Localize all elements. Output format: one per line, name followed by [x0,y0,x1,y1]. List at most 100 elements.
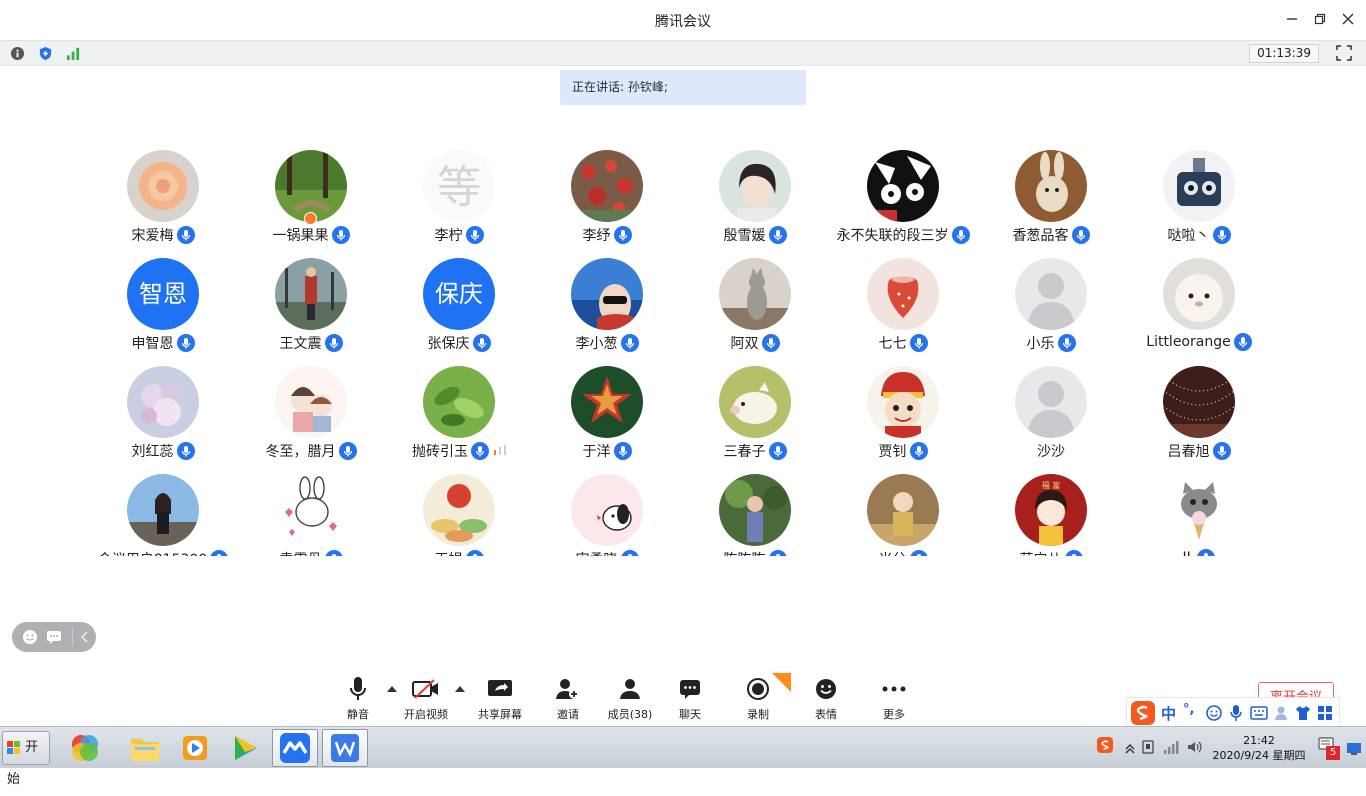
tray-volume-icon[interactable] [1186,739,1202,755]
participant-tile[interactable]: 永不失联的段三岁 [829,150,977,258]
ime-user-icon[interactable] [1274,705,1292,721]
avatar[interactable] [275,474,347,546]
participant-tile[interactable]: 三春子 [681,366,829,474]
collapse-arrow-icon[interactable] [76,628,94,646]
avatar[interactable]: 等 [423,150,495,222]
taskbar-app-explorer[interactable] [122,729,168,767]
participant-tile[interactable]: 阿双 [681,258,829,366]
avatar[interactable] [571,150,643,222]
video-options-caret-icon[interactable] [455,686,465,692]
participant-tile[interactable]: 会议用户815300 [89,474,237,556]
close-button[interactable] [1338,10,1358,30]
participant-tile[interactable]: 沙沙 [977,366,1125,474]
mute-button[interactable]: 静音 [338,672,378,726]
start-video-button[interactable]: 开启视频 [400,672,452,726]
avatar[interactable] [1163,258,1235,330]
taskbar-clock[interactable]: 21:42 2020/9/24 星期四 [1210,733,1308,763]
avatar[interactable] [127,150,199,222]
participant-tile[interactable]: 福 富范宁儿 [977,474,1125,556]
participant-tile[interactable]: 一锅果果 [237,150,385,258]
taskbar-app-media-player[interactable] [172,729,218,767]
avatar[interactable] [1163,366,1235,438]
participant-tile[interactable]: 宋柔晓 [533,474,681,556]
participant-tile[interactable]: 吕春旭 [1125,366,1273,474]
invite-button[interactable]: 邀请 [548,672,588,726]
taskbar-app-tencent-meeting[interactable] [272,729,318,767]
participant-tile[interactable]: 小乐 [977,258,1125,366]
participant-tile[interactable]: 冬至，腊月 [237,366,385,474]
participant-tile[interactable]: 贾钊 [829,366,977,474]
restore-button[interactable] [1310,10,1330,30]
notification-center-button[interactable]: 5 [1318,737,1342,761]
avatar[interactable] [719,150,791,222]
avatar[interactable]: 智恩 [127,258,199,330]
participant-tile[interactable]: 香葱品客 [977,150,1125,258]
tray-expand-chevron-icon[interactable] [1122,739,1138,755]
avatar[interactable] [719,366,791,438]
participant-tile[interactable]: 陈陈陈 [681,474,829,556]
avatar[interactable] [1015,366,1087,438]
ime-skin-shirt-icon[interactable] [1295,705,1311,721]
tray-network-icon[interactable] [1163,739,1179,755]
participant-tile[interactable]: 宋爱梅 [89,150,237,258]
participant-tile[interactable]: 抛砖引玉 [385,366,533,474]
participant-tile[interactable]: 保庆 张保庆 [385,258,533,366]
participant-tile[interactable]: Littleorange [1125,258,1273,366]
avatar[interactable] [127,474,199,546]
network-signal-icon[interactable] [66,46,81,61]
minimize-button[interactable] [1282,10,1302,30]
avatar[interactable] [275,258,347,330]
avatar[interactable] [1015,150,1087,222]
participant-tile[interactable]: 于洋 [533,366,681,474]
emoji-reaction-icon[interactable] [21,628,39,646]
avatar[interactable] [571,258,643,330]
avatar[interactable] [127,366,199,438]
avatar[interactable] [867,150,939,222]
avatar[interactable] [867,474,939,546]
avatar[interactable] [1015,258,1087,330]
chat-button[interactable]: 聊天 [670,672,710,726]
share-screen-button[interactable]: 共享屏幕 [474,672,526,726]
floating-quick-panel[interactable] [12,622,96,652]
participant-tile[interactable]: 殷雪媛 [681,150,829,258]
ime-mode-label[interactable]: 中 [1161,703,1176,724]
avatar[interactable] [1163,150,1235,222]
avatar[interactable] [275,366,347,438]
reaction-button[interactable]: 表情 [806,672,846,726]
taskbar-app-wps[interactable] [322,729,368,767]
ime-toolbar[interactable]: 中 °, [1126,697,1340,727]
avatar[interactable] [423,366,495,438]
avatar[interactable] [719,474,791,546]
avatar[interactable] [423,474,495,546]
audio-options-caret-icon[interactable] [387,686,397,692]
avatar[interactable]: 保庆 [423,258,495,330]
taskbar-app-colorful[interactable] [62,729,108,767]
participant-tile[interactable]: 王娟 [385,474,533,556]
participant-tile[interactable]: 李纾 [533,150,681,258]
show-desktop-icon[interactable] [1346,741,1362,757]
avatar[interactable] [867,258,939,330]
participant-tile[interactable]: 等李柠 [385,150,533,258]
sogou-tray-icon[interactable] [1097,737,1113,753]
avatar[interactable] [719,258,791,330]
security-shield-icon[interactable] [38,46,53,61]
participant-tile[interactable]: 智恩 申智恩 [89,258,237,366]
avatar[interactable] [571,366,643,438]
participant-tile[interactable]: JL [1125,474,1273,556]
participant-tile[interactable]: 哒啦丶 [1125,150,1273,258]
fullscreen-icon[interactable] [1336,45,1352,61]
participant-tile[interactable]: 王文震 [237,258,385,366]
avatar[interactable] [571,474,643,546]
ime-keyboard-icon[interactable] [1250,706,1268,720]
info-icon[interactable] [10,46,25,61]
taskbar-app-video-player[interactable] [222,729,268,767]
members-button[interactable]: 成员(38) [604,672,656,726]
participant-tile[interactable]: 七七 [829,258,977,366]
more-button[interactable]: 更多 [874,672,914,726]
sogou-logo-icon[interactable] [1130,700,1156,726]
avatar[interactable]: 福 富 [1015,474,1087,546]
participant-tile[interactable]: 刘红蕊 [89,366,237,474]
tray-device-icon[interactable] [1140,739,1156,755]
participant-tile[interactable]: 李小葱 [533,258,681,366]
chat-bubble-icon[interactable] [45,628,63,646]
